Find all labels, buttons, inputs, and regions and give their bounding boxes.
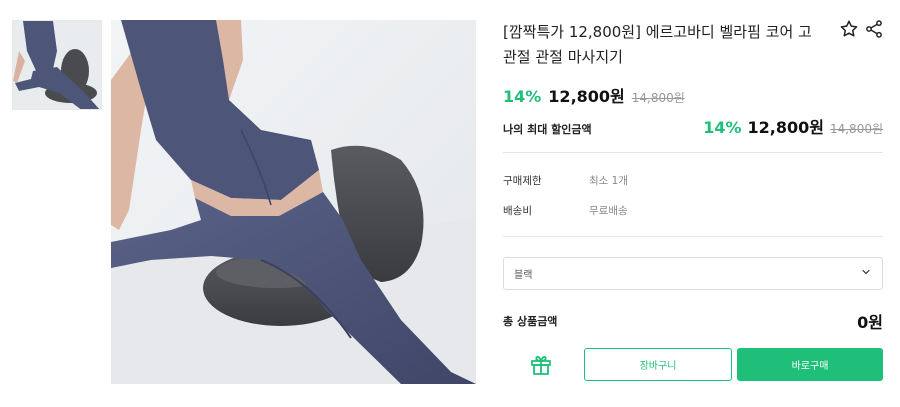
add-to-cart-button[interactable]: 장바구니 <box>584 348 732 381</box>
info-label: 배송비 <box>503 205 532 217</box>
star-outline-icon[interactable] <box>838 18 860 40</box>
max-discount-label: 나의 최대 할인금액 <box>503 123 592 136</box>
price-row: 14% 12,800원 14,800원 <box>503 83 685 107</box>
product-main-image <box>111 20 476 384</box>
option-select[interactable]: 블랙 <box>503 257 883 290</box>
max-discount-original-price: 14,800원 <box>829 122 883 136</box>
info-row-shipping: 배송비 무료배송 <box>503 203 628 218</box>
divider <box>503 152 883 153</box>
total-label: 총 상품금액 <box>503 315 558 328</box>
product-thumbnail[interactable] <box>12 20 102 110</box>
sale-price: 12,800원 <box>548 87 625 106</box>
info-value: 무료배송 <box>589 205 628 217</box>
max-discount-percent: 14% <box>703 118 742 137</box>
total-value: 0원 <box>857 313 883 332</box>
option-select-value: 블랙 <box>514 270 533 281</box>
product-title: [깜짝특가 12,800원] 에르고바디 벨라핌 코어 고관절 관절 마사지기 <box>503 23 812 66</box>
buy-now-button[interactable]: 바로구매 <box>737 348 883 381</box>
info-label: 구매제한 <box>503 175 542 187</box>
total-row: 총 상품금액 0원 <box>503 309 883 333</box>
product-photo <box>111 20 476 384</box>
share-icon[interactable] <box>863 18 885 40</box>
info-row-purchase-limit: 구매제한 최소 1개 <box>503 173 628 188</box>
original-price: 14,800원 <box>631 91 685 105</box>
max-discount-row: 나의 최대 할인금액 14% 12,800원 14,800원 <box>503 114 883 138</box>
chevron-down-icon <box>860 266 872 281</box>
max-discount-price: 12,800원 <box>747 118 824 137</box>
thumbnail-image <box>13 21 101 109</box>
divider <box>503 236 883 237</box>
gift-icon[interactable] <box>527 351 555 379</box>
discount-percent: 14% <box>503 87 542 106</box>
info-value: 최소 1개 <box>589 175 628 187</box>
